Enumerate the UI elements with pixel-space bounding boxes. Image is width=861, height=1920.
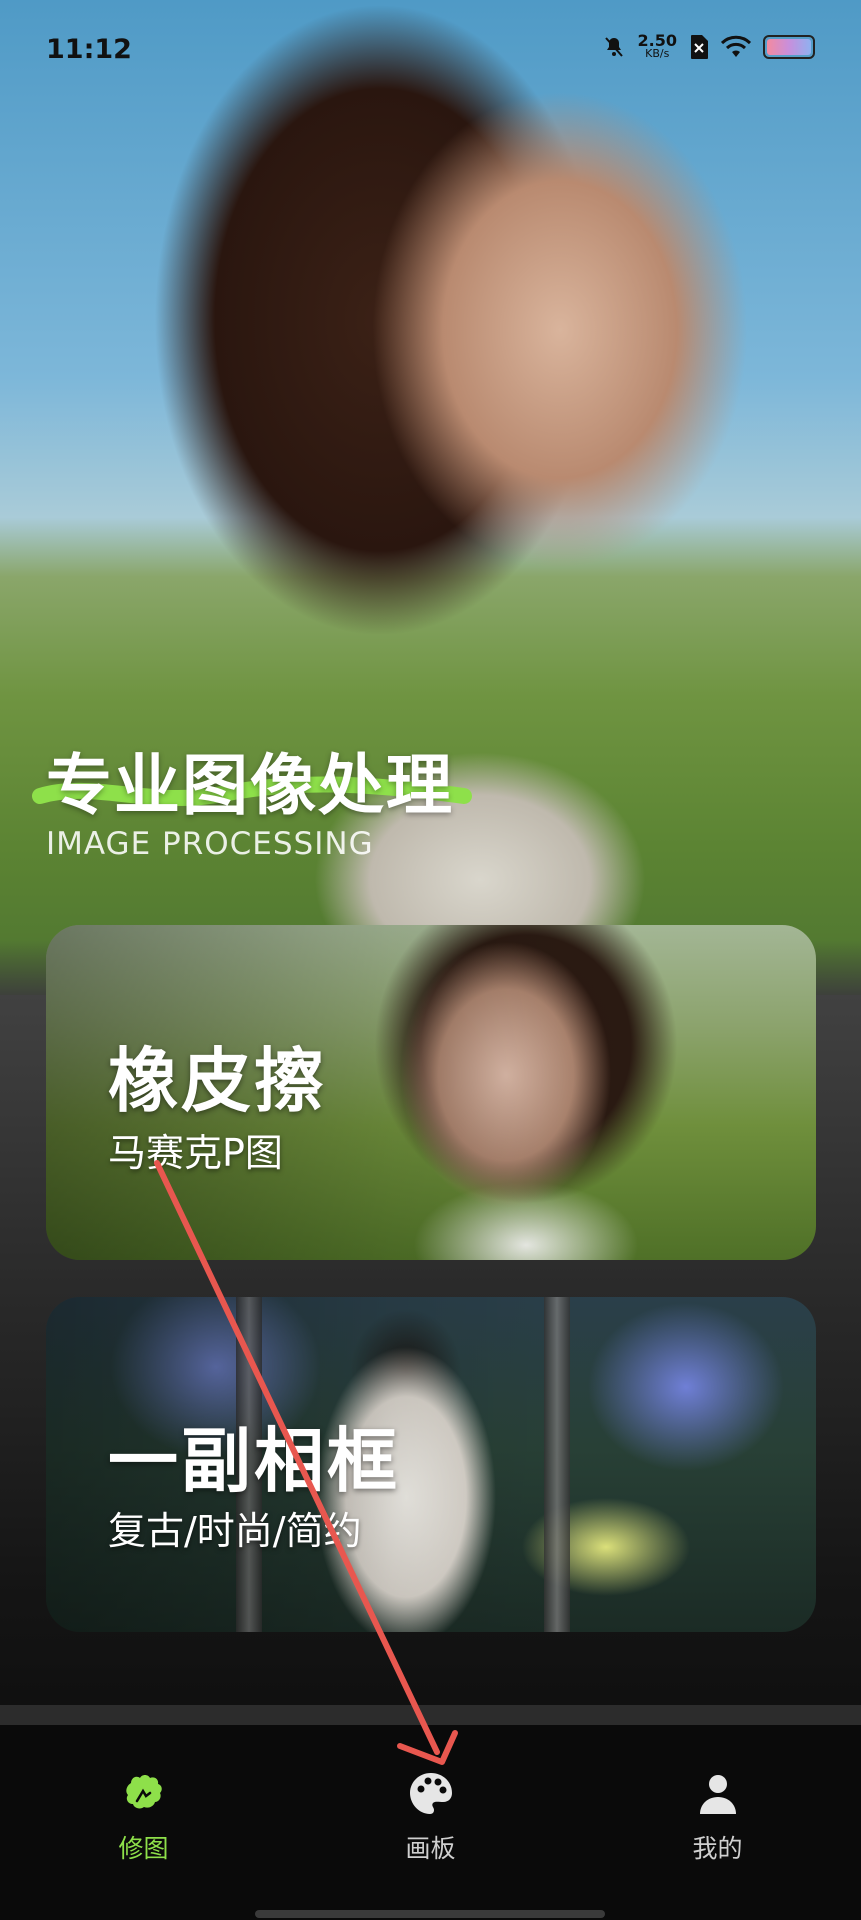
- hero-title-block: 专业图像处理: [32, 732, 472, 828]
- bottom-navigation: 修图 画板 我的: [0, 1725, 861, 1920]
- home-indicator: [255, 1910, 605, 1918]
- network-speed-value: 2.50: [637, 31, 677, 50]
- wifi-icon: [721, 35, 751, 57]
- nav-label-retouch: 修图: [118, 1834, 169, 1863]
- status-bar: 11:12 2.50 KB/s: [0, 0, 861, 100]
- profile-icon: [699, 1775, 736, 1814]
- eraser-feature-card[interactable]: 橡皮擦 马赛克P图: [46, 925, 816, 1260]
- nav-item-profile[interactable]: 我的: [574, 1725, 861, 1920]
- hero-title: 专业图像处理: [46, 747, 454, 824]
- eraser-card-title: 橡皮擦: [108, 1040, 327, 1122]
- frame-card-subtitle: 复古/时尚/简约: [108, 1509, 362, 1553]
- palette-icon: [409, 1773, 452, 1814]
- sim-disabled-icon: [691, 35, 708, 59]
- frame-card-title: 一副相框: [108, 1420, 400, 1502]
- battery-level: [767, 39, 811, 55]
- eraser-card-subtitle: 马赛克P图: [108, 1131, 283, 1175]
- nav-item-palette[interactable]: 画板: [287, 1725, 574, 1920]
- status-icons: 2.50 KB/s: [602, 31, 815, 61]
- nav-divider: [0, 1705, 861, 1725]
- battery-icon: [763, 35, 815, 59]
- photo-frame-feature-card[interactable]: 一副相框 复古/时尚/简约: [46, 1297, 816, 1632]
- nav-item-retouch[interactable]: 修图: [0, 1725, 287, 1920]
- network-speed-unit: KB/s: [645, 47, 670, 60]
- nav-label-profile: 我的: [692, 1834, 743, 1863]
- status-time: 11:12: [46, 34, 132, 65]
- retouch-icon: [125, 1775, 162, 1809]
- hero-subtitle: IMAGE PROCESSING: [46, 826, 374, 862]
- nav-label-palette: 画板: [405, 1834, 456, 1863]
- network-speed: 2.50 KB/s: [637, 31, 677, 61]
- bell-off-icon: [604, 37, 623, 57]
